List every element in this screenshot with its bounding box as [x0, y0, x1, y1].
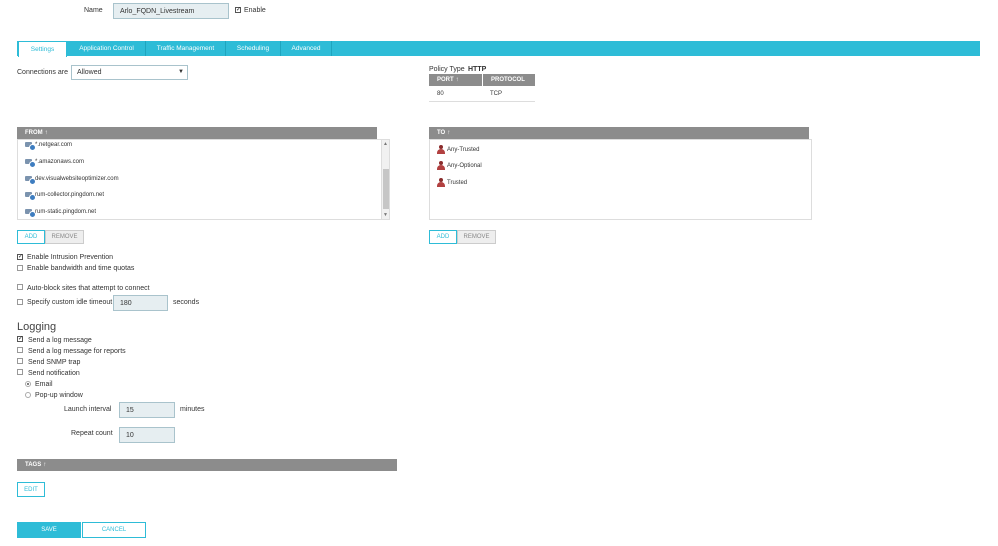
bandwidth-quotas-checkbox[interactable]: [17, 265, 23, 271]
to-add-button[interactable]: ADD: [429, 230, 457, 244]
user-group-icon: [437, 161, 446, 170]
send-notification-checkbox[interactable]: [17, 369, 23, 375]
user-group-icon: [437, 178, 446, 187]
table-row[interactable]: 80 TCP: [429, 86, 535, 102]
to-remove-button[interactable]: REMOVE: [457, 230, 496, 244]
to-list: Any-Trusted Any-Optional Trusted: [429, 139, 812, 220]
network-globe-icon: [25, 141, 36, 151]
tab-application-control[interactable]: Application Control: [68, 41, 146, 56]
sort-up-icon: ↑: [43, 462, 47, 468]
repeat-count-input[interactable]: 10: [119, 427, 175, 443]
connections-select-value: Allowed: [77, 69, 102, 76]
network-globe-icon: [25, 191, 36, 201]
list-item[interactable]: rum-collector.pingdom.net: [25, 191, 104, 201]
tags-header[interactable]: TAGS ↑: [17, 459, 397, 471]
port-cell: 80: [437, 91, 444, 97]
send-log-label: Send a log message: [28, 337, 92, 344]
list-item[interactable]: Trusted: [437, 178, 467, 187]
to-header[interactable]: TO ↑: [429, 127, 809, 139]
email-label: Email: [35, 381, 53, 388]
send-log-checkbox[interactable]: ✓: [17, 336, 23, 342]
list-item[interactable]: *.amazonaws.com: [25, 158, 84, 168]
list-item[interactable]: Any-Optional: [437, 161, 482, 170]
tab-bar: Settings Application Control Traffic Man…: [17, 41, 980, 57]
network-globe-icon: [25, 208, 36, 218]
send-log-reports-checkbox[interactable]: [17, 347, 23, 353]
intrusion-prevention-label: Enable Intrusion Prevention: [27, 254, 113, 261]
chevron-down-icon: ▼: [178, 69, 184, 75]
launch-interval-label: Launch interval: [64, 406, 112, 413]
logging-title: Logging: [17, 321, 57, 333]
tab-scheduling[interactable]: Scheduling: [226, 41, 281, 56]
protocol-cell: TCP: [490, 91, 502, 97]
idle-timeout-checkbox[interactable]: [17, 299, 23, 305]
send-notification-label: Send notification: [28, 370, 80, 377]
tags-edit-button[interactable]: EDIT: [17, 482, 45, 497]
save-button[interactable]: SAVE: [17, 522, 81, 538]
from-add-button[interactable]: ADD: [17, 230, 45, 244]
idle-timeout-unit: seconds: [173, 299, 200, 306]
sort-up-icon: ↑: [44, 130, 48, 136]
connections-select[interactable]: Allowed ▼: [71, 65, 188, 80]
sort-up-icon: ↑: [447, 130, 451, 136]
popup-radio[interactable]: [25, 392, 31, 398]
launch-interval-input[interactable]: 15: [119, 402, 175, 418]
enable-checkbox[interactable]: ✓: [235, 7, 241, 13]
snmp-trap-label: Send SNMP trap: [28, 359, 81, 366]
from-header[interactable]: FROM ↑: [17, 127, 377, 139]
network-globe-icon: [25, 175, 36, 185]
cancel-button[interactable]: CANCEL: [82, 522, 146, 538]
launch-interval-unit: minutes: [180, 406, 205, 413]
email-radio[interactable]: [25, 381, 31, 387]
name-input[interactable]: Arlo_FQDN_Livestream: [113, 3, 229, 19]
list-item[interactable]: Any-Trusted: [437, 145, 479, 154]
enable-label: Enable: [244, 7, 266, 14]
list-item[interactable]: *.netgear.com: [25, 141, 72, 151]
list-item[interactable]: dev.visualwebsiteoptimizer.com: [25, 175, 119, 185]
popup-label: Pop-up window: [35, 392, 83, 399]
tab-settings[interactable]: Settings: [18, 41, 67, 57]
scroll-down-icon[interactable]: ▼: [383, 212, 388, 218]
name-label: Name: [84, 7, 103, 14]
tab-advanced[interactable]: Advanced: [281, 41, 332, 56]
snmp-trap-checkbox[interactable]: [17, 358, 23, 364]
name-input-value: Arlo_FQDN_Livestream: [120, 7, 195, 15]
policy-type-label: Policy Type: [429, 66, 465, 73]
protocol-column-header[interactable]: PROTOCOL: [483, 74, 535, 86]
bandwidth-quotas-label: Enable bandwidth and time quotas: [27, 265, 135, 272]
policy-type-value: HTTP: [468, 66, 487, 73]
from-list: *.netgear.com *.amazonaws.com dev.visual…: [17, 139, 390, 220]
intrusion-prevention-checkbox[interactable]: ✓: [17, 254, 23, 260]
port-column-header[interactable]: PORT ↑: [429, 74, 482, 86]
idle-timeout-label: Specify custom idle timeout: [27, 299, 113, 306]
repeat-count-label: Repeat count: [71, 430, 113, 437]
scrollbar-thumb[interactable]: [383, 169, 389, 209]
send-log-reports-label: Send a log message for reports: [28, 348, 126, 355]
connections-label: Connections are: [17, 69, 68, 76]
tab-traffic-management[interactable]: Traffic Management: [146, 41, 226, 56]
from-remove-button[interactable]: REMOVE: [45, 230, 84, 244]
from-scrollbar[interactable]: ▲ ▼: [381, 140, 389, 219]
idle-timeout-input[interactable]: 180: [113, 295, 168, 311]
list-item[interactable]: rum-static.pingdom.net: [25, 208, 96, 218]
user-group-icon: [437, 145, 446, 154]
sort-up-icon: ↑: [455, 77, 459, 83]
auto-block-label: Auto-block sites that attempt to connect: [27, 285, 150, 292]
scroll-up-icon[interactable]: ▲: [383, 141, 388, 147]
auto-block-checkbox[interactable]: [17, 284, 23, 290]
network-globe-icon: [25, 158, 36, 168]
